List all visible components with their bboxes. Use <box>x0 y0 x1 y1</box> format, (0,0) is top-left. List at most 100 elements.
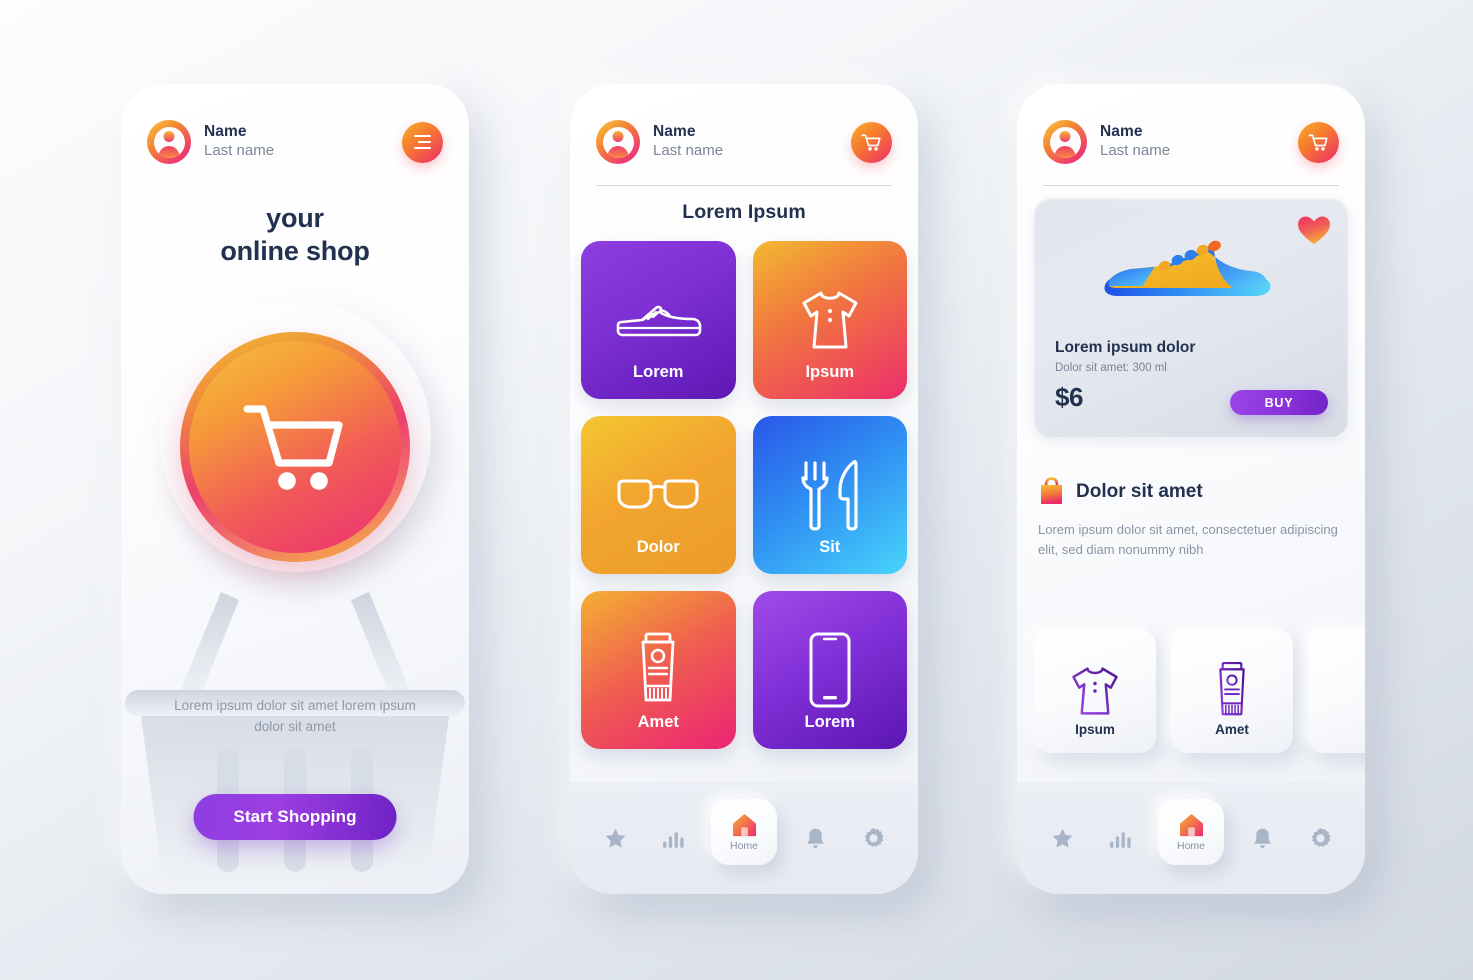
product-name: Lorem ipsum dolor <box>1055 339 1196 356</box>
sneaker-icon <box>612 282 704 358</box>
nav-item-home[interactable]: Home <box>711 799 777 865</box>
cart-button[interactable] <box>1298 121 1339 163</box>
tshirt-icon <box>1065 659 1125 723</box>
gear-icon <box>1311 827 1331 847</box>
page-title-line1: your <box>266 203 324 233</box>
header-bar: Name Last name <box>1043 114 1339 170</box>
category-tile-sit-food[interactable]: Sit <box>752 416 907 574</box>
page-title: your online shop <box>121 202 469 268</box>
carousel-card-label: S <box>1308 722 1365 737</box>
category-tile-ipsum-clothing[interactable]: Ipsum <box>752 241 907 399</box>
carousel-card-label: Ipsum <box>1075 722 1115 737</box>
shopping-cart-icon <box>1308 134 1328 151</box>
user-last-name: Last name <box>204 142 275 160</box>
nav-item-home[interactable]: Home <box>1158 799 1224 865</box>
bottom-navigation: Home <box>570 782 918 894</box>
user-names: Name Last name <box>204 123 274 160</box>
avatar-person-icon <box>1049 126 1081 158</box>
nav-item-notifications[interactable] <box>795 818 835 858</box>
start-shopping-button[interactable]: Start Shopping <box>193 794 397 840</box>
shopping-cart-icon <box>243 405 343 490</box>
user-first-name: Name <box>653 123 696 141</box>
phone-screen-welcome: Name Last name your online shop Lorem ip… <box>121 84 469 894</box>
category-tile-amet-cosmetics[interactable]: Amet <box>581 591 736 749</box>
page-title-line2: online shop <box>220 235 370 266</box>
carousel-card-label: Amet <box>1215 722 1249 737</box>
bell-icon <box>806 828 824 848</box>
carousel-card-amet[interactable]: Amet <box>1171 629 1293 753</box>
gear-icon <box>864 827 884 847</box>
shopping-cart-icon <box>861 134 881 151</box>
bottom-navigation: Home <box>1017 782 1365 894</box>
category-tile-dolor-glasses[interactable]: Dolor <box>581 416 736 574</box>
header-bar: Name Last name <box>147 114 443 170</box>
product-price: $6 <box>1055 382 1084 412</box>
screens-stage: Name Last name your online shop Lorem ip… <box>0 0 1473 980</box>
favorite-button[interactable] <box>1297 215 1331 251</box>
user-last-name: Last name <box>653 142 724 160</box>
avatar-person-icon <box>153 126 185 158</box>
nav-item-settings[interactable] <box>1300 818 1340 858</box>
welcome-blurb: Lorem ipsum dolor sit amet lorem ipsum d… <box>174 698 416 734</box>
nav-home-label: Home <box>729 839 758 852</box>
basket-watermark-illustration <box>125 592 465 882</box>
cream-tube-icon <box>631 632 685 708</box>
user-first-name: Name <box>204 123 247 141</box>
user-names: Name Last name <box>1100 123 1170 160</box>
carousel-card-ipsum[interactable]: Ipsum <box>1034 629 1156 753</box>
nav-item-notifications[interactable] <box>1242 818 1282 858</box>
header-bar: Name Last name <box>596 114 892 170</box>
heart-icon <box>1298 216 1330 244</box>
shopping-bag-icon <box>1041 477 1062 504</box>
bar-chart-icon <box>1109 831 1131 848</box>
category-tile-label: Ipsum <box>805 363 855 381</box>
user-first-name: Name <box>1100 123 1143 141</box>
home-icon <box>1179 813 1203 836</box>
buy-button[interactable]: BUY <box>1230 390 1328 415</box>
phone-screen-product: Name Last name Lorem ipsum dolor Dolor s… <box>1017 84 1365 894</box>
related-products-carousel[interactable]: Ipsum Amet <box>1034 629 1365 753</box>
category-tile-lorem-electronics[interactable]: Lorem <box>752 591 907 749</box>
avatar-person-icon <box>602 126 634 158</box>
product-image-sneaker <box>1104 240 1271 296</box>
user-names: Name Last name <box>653 123 723 160</box>
hamburger-icon <box>414 134 431 150</box>
avatar[interactable] <box>596 120 640 164</box>
header-divider <box>596 185 892 186</box>
avatar[interactable] <box>147 120 191 164</box>
section-heading-row: Dolor sit amet <box>1038 477 1203 506</box>
bar-chart-icon <box>662 831 684 848</box>
category-grid: Lorem Ipsum Dolor Sit Amet Lorem <box>581 241 907 749</box>
avatar[interactable] <box>1043 120 1087 164</box>
carousel-card-partial[interactable]: S <box>1308 629 1365 753</box>
category-tile-label: Lorem <box>633 363 684 381</box>
section-body: Lorem ipsum dolor sit amet, consectetuer… <box>1038 522 1338 558</box>
nav-home-label: Home <box>1176 839 1205 852</box>
nav-item-favorites[interactable] <box>595 818 635 858</box>
category-tile-label: Sit <box>819 538 841 556</box>
nav-item-stats[interactable] <box>1100 818 1140 858</box>
smartphone-icon <box>805 632 855 708</box>
product-card: Lorem ipsum dolor Dolor sit amet: 300 ml… <box>1034 198 1348 437</box>
nav-item-stats[interactable] <box>653 818 693 858</box>
nav-item-settings[interactable] <box>853 818 893 858</box>
glasses-icon <box>612 457 704 533</box>
home-icon <box>732 813 756 836</box>
fork-knife-icon <box>798 457 862 533</box>
product-subtitle: Dolor sit amet: 300 ml <box>1055 362 1167 374</box>
category-tile-lorem-shoes[interactable]: Lorem <box>581 241 736 399</box>
section-title: Dolor sit amet <box>1076 480 1203 502</box>
tshirt-icon <box>794 282 866 358</box>
section-title: Lorem Ipsum <box>682 201 806 223</box>
category-tile-label: Lorem <box>804 713 855 731</box>
phone-screen-categories: Name Last name Lorem Ipsum Lorem Ipsum D… <box>570 84 918 894</box>
category-tile-label: Dolor <box>636 538 680 556</box>
star-icon <box>605 828 625 848</box>
cart-button-large[interactable] <box>180 332 410 562</box>
bell-icon <box>1253 828 1271 848</box>
star-icon <box>1052 828 1072 848</box>
menu-button[interactable] <box>402 121 443 163</box>
user-last-name: Last name <box>1100 142 1171 160</box>
cart-button[interactable] <box>851 121 892 163</box>
nav-item-favorites[interactable] <box>1042 818 1082 858</box>
